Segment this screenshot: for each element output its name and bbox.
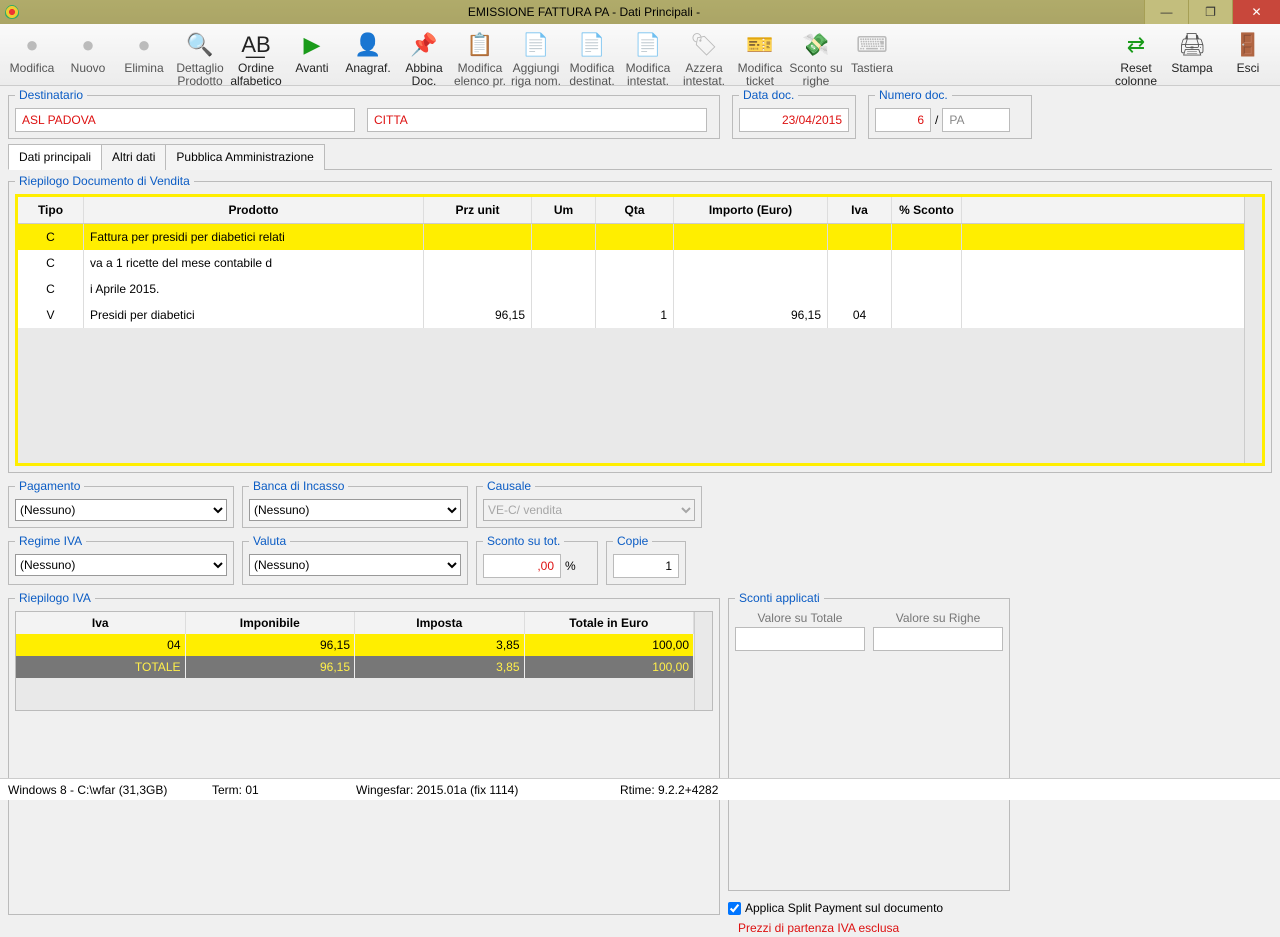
split-payment-checkbox[interactable]	[728, 902, 741, 915]
iva-grid[interactable]: IvaImponibileImpostaTotale in Euro0496,1…	[16, 612, 694, 710]
grid-header[interactable]: % Sconto	[892, 197, 962, 223]
minimize-button[interactable]: —	[1144, 0, 1188, 24]
pagamento-legend: Pagamento	[15, 479, 84, 493]
sconto-tot-unit: %	[565, 559, 576, 573]
numero-doc-suffix-input[interactable]	[942, 108, 1010, 132]
valuta-select[interactable]: (Nessuno)	[249, 554, 461, 576]
titlebar: EMISSIONE FATTURA PA - Dati Principali -…	[0, 0, 1280, 24]
destinatario-city-input[interactable]	[367, 108, 707, 132]
prezzi-note: Prezzi di partenza IVA esclusa	[738, 921, 1272, 935]
toolbar-ordine-button[interactable]: A͟BOrdine alfabetico	[228, 26, 284, 88]
toolbar-stampa-button[interactable]: 🖨Stampa	[1164, 26, 1220, 75]
toolbar-agg-riga-button: 📄Aggiungi riga nom.	[508, 26, 564, 88]
toolbar-tastiera-button: ⌨Tastiera	[844, 26, 900, 75]
numero-doc-group: Numero doc. /	[868, 88, 1032, 139]
numero-doc-legend: Numero doc.	[875, 88, 952, 102]
sconto-tot-input[interactable]	[483, 554, 561, 578]
pagamento-select[interactable]: (Nessuno)	[15, 499, 227, 521]
main-toolbar: ●Modifica●Nuovo●Elimina🔍Dettaglio Prodot…	[0, 24, 1280, 86]
banca-legend: Banca di Incasso	[249, 479, 348, 493]
toolbar-elimina-button: ●Elimina	[116, 26, 172, 75]
grid-header[interactable]: Qta	[596, 197, 674, 223]
sconto-tot-legend: Sconto su tot.	[483, 534, 564, 548]
toolbar-mod-dest-button: 📄Modifica destinat.	[564, 26, 620, 88]
grid-header[interactable]: Prz unit	[424, 197, 532, 223]
destinatario-name-input[interactable]	[15, 108, 355, 132]
riepilogo-group: Riepilogo Documento di Vendita TipoProdo…	[8, 174, 1272, 473]
grid-scrollbar[interactable]	[1244, 197, 1262, 463]
regime-legend: Regime IVA	[15, 534, 86, 548]
causale-select: VE-C/ vendita	[483, 499, 695, 521]
tab-altri-dati[interactable]: Altri dati	[101, 144, 166, 170]
app-icon	[0, 5, 24, 19]
tab-bar: Dati principaliAltri datiPubblica Ammini…	[8, 143, 1272, 170]
sconti-col2-label: Valore su Righe	[896, 611, 981, 625]
window-title: EMISSIONE FATTURA PA - Dati Principali -	[24, 5, 1144, 19]
toolbar-mod-ticket-button: 🎫Modifica ticket	[732, 26, 788, 88]
toolbar-abbina-button[interactable]: 📌Abbina Doc.	[396, 26, 452, 88]
status-rtime: Rtime: 9.2.2+4282	[620, 783, 800, 797]
valuta-legend: Valuta	[249, 534, 290, 548]
status-app: Wingesfar: 2015.01a (fix 1114)	[356, 783, 596, 797]
grid-header[interactable]: Iva	[828, 197, 892, 223]
iva-row[interactable]: TOTALE96,153,85100,00	[16, 656, 694, 678]
iva-scrollbar[interactable]	[694, 612, 712, 710]
table-row[interactable]: Ci Aprile 2015.	[18, 276, 1244, 302]
data-doc-legend: Data doc.	[739, 88, 798, 102]
sconti-legend: Sconti applicati	[735, 591, 824, 605]
split-payment-label: Applica Split Payment sul documento	[745, 901, 943, 915]
toolbar-azzera-button: 🏷Azzera intestat.	[676, 26, 732, 88]
maximize-button[interactable]: ❐	[1188, 0, 1232, 24]
toolbar-sconto-righe-button: 💸Sconto su righe	[788, 26, 844, 88]
toolbar-nuovo-button: ●Nuovo	[60, 26, 116, 75]
grid-header[interactable]: Prodotto	[84, 197, 424, 223]
toolbar-reset-col-button[interactable]: ⇄Reset colonne	[1108, 26, 1164, 88]
destinatario-group: Destinatario	[8, 88, 720, 139]
status-term: Term: 01	[212, 783, 332, 797]
table-row[interactable]: Cva a 1 ricette del mese contabile d	[18, 250, 1244, 276]
close-button[interactable]: ✕	[1232, 0, 1280, 24]
sconti-totale-input[interactable]	[735, 627, 865, 651]
data-doc-group: Data doc.	[732, 88, 856, 139]
causale-legend: Causale	[483, 479, 535, 493]
riepilogo-legend: Riepilogo Documento di Vendita	[15, 174, 194, 188]
toolbar-mod-int-button: 📄Modifica intestat.	[620, 26, 676, 88]
riepilogo-grid[interactable]: TipoProdottoPrz unitUmQtaImporto (Euro)I…	[18, 197, 1244, 463]
copie-legend: Copie	[613, 534, 652, 548]
table-row[interactable]: CFattura per presidi per diabetici relat…	[18, 224, 1244, 250]
iva-row[interactable]: 0496,153,85100,00	[16, 634, 694, 656]
status-bar: Windows 8 - C:\wfar (31,3GB) Term: 01 Wi…	[0, 778, 1280, 800]
iva-legend: Riepilogo IVA	[15, 591, 95, 605]
table-row[interactable]: VPresidi per diabetici96,15196,1504	[18, 302, 1244, 328]
toolbar-dettaglio-button: 🔍Dettaglio Prodotto	[172, 26, 228, 88]
tab-dati-principali[interactable]: Dati principali	[8, 144, 102, 170]
grid-header[interactable]: Tipo	[18, 197, 84, 223]
copie-input[interactable]	[613, 554, 679, 578]
numero-doc-num-input[interactable]	[875, 108, 931, 132]
toolbar-esci-button[interactable]: 🚪Esci	[1220, 26, 1276, 75]
grid-header[interactable]: Importo (Euro)	[674, 197, 828, 223]
tab-pubblica-amministrazione[interactable]: Pubblica Amministrazione	[165, 144, 324, 170]
data-doc-input[interactable]	[739, 108, 849, 132]
sconti-righe-input[interactable]	[873, 627, 1003, 651]
regime-select[interactable]: (Nessuno)	[15, 554, 227, 576]
destinatario-legend: Destinatario	[15, 88, 87, 102]
status-os: Windows 8 - C:\wfar (31,3GB)	[8, 783, 188, 797]
grid-header[interactable]: Um	[532, 197, 596, 223]
toolbar-mod-elenco-button: 📋Modifica elenco pr.	[452, 26, 508, 88]
toolbar-anagraf-button[interactable]: 👤Anagraf.	[340, 26, 396, 75]
numero-doc-sep: /	[935, 113, 938, 127]
toolbar-avanti-button[interactable]: ▶Avanti	[284, 26, 340, 75]
banca-select[interactable]: (Nessuno)	[249, 499, 461, 521]
toolbar-modifica-button: ●Modifica	[4, 26, 60, 75]
grid-container: TipoProdottoPrz unitUmQtaImporto (Euro)I…	[15, 194, 1265, 466]
sconti-col1-label: Valore su Totale	[758, 611, 843, 625]
